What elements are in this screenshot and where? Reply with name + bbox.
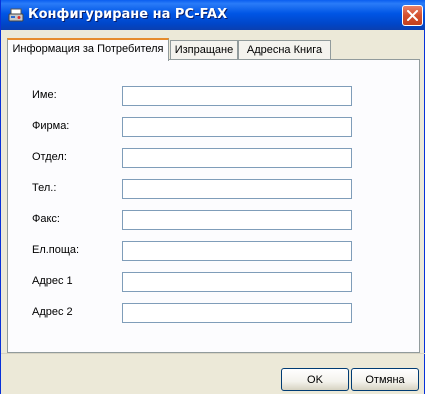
name-field[interactable] [122, 86, 352, 106]
address2-field[interactable] [122, 303, 352, 323]
tab-address-book[interactable]: Адресна Книга [238, 40, 331, 59]
address1-field[interactable] [122, 272, 352, 292]
department-field[interactable] [122, 148, 352, 168]
phone-field[interactable] [122, 179, 352, 199]
footer-divider [1, 353, 425, 354]
company-label: Фирма: [32, 120, 70, 132]
window-title: Конфигуриране на PC-FAX [28, 7, 228, 22]
tab-label: Адресна Книга [246, 44, 323, 56]
address2-label: Адрес 2 [32, 306, 73, 318]
company-field[interactable] [122, 117, 352, 137]
address1-label: Адрес 1 [32, 275, 73, 287]
ok-button[interactable]: OK [281, 368, 349, 391]
cancel-button[interactable]: Отмяна [351, 368, 419, 391]
department-label: Отдел: [32, 151, 67, 163]
fax-app-icon [8, 7, 24, 23]
pc-fax-config-dialog: Конфигуриране на PC-FAX Информация за По… [0, 0, 425, 394]
email-label: Ел.поща: [32, 244, 80, 256]
fax-label: Факс: [32, 213, 60, 225]
phone-label: Тел.: [32, 182, 57, 194]
name-label: Име: [32, 89, 57, 101]
tab-user-information[interactable]: Информация за Потребителя [7, 38, 169, 61]
email-field[interactable] [122, 241, 352, 261]
close-button[interactable] [402, 5, 423, 26]
tab-sending[interactable]: Изпращане [170, 40, 238, 59]
tab-label: Изпращане [174, 44, 234, 56]
fax-field[interactable] [122, 210, 352, 230]
title-bar[interactable]: Конфигуриране на PC-FAX [1, 0, 425, 30]
close-icon [407, 10, 418, 21]
tab-label: Информация за Потребителя [12, 43, 164, 55]
